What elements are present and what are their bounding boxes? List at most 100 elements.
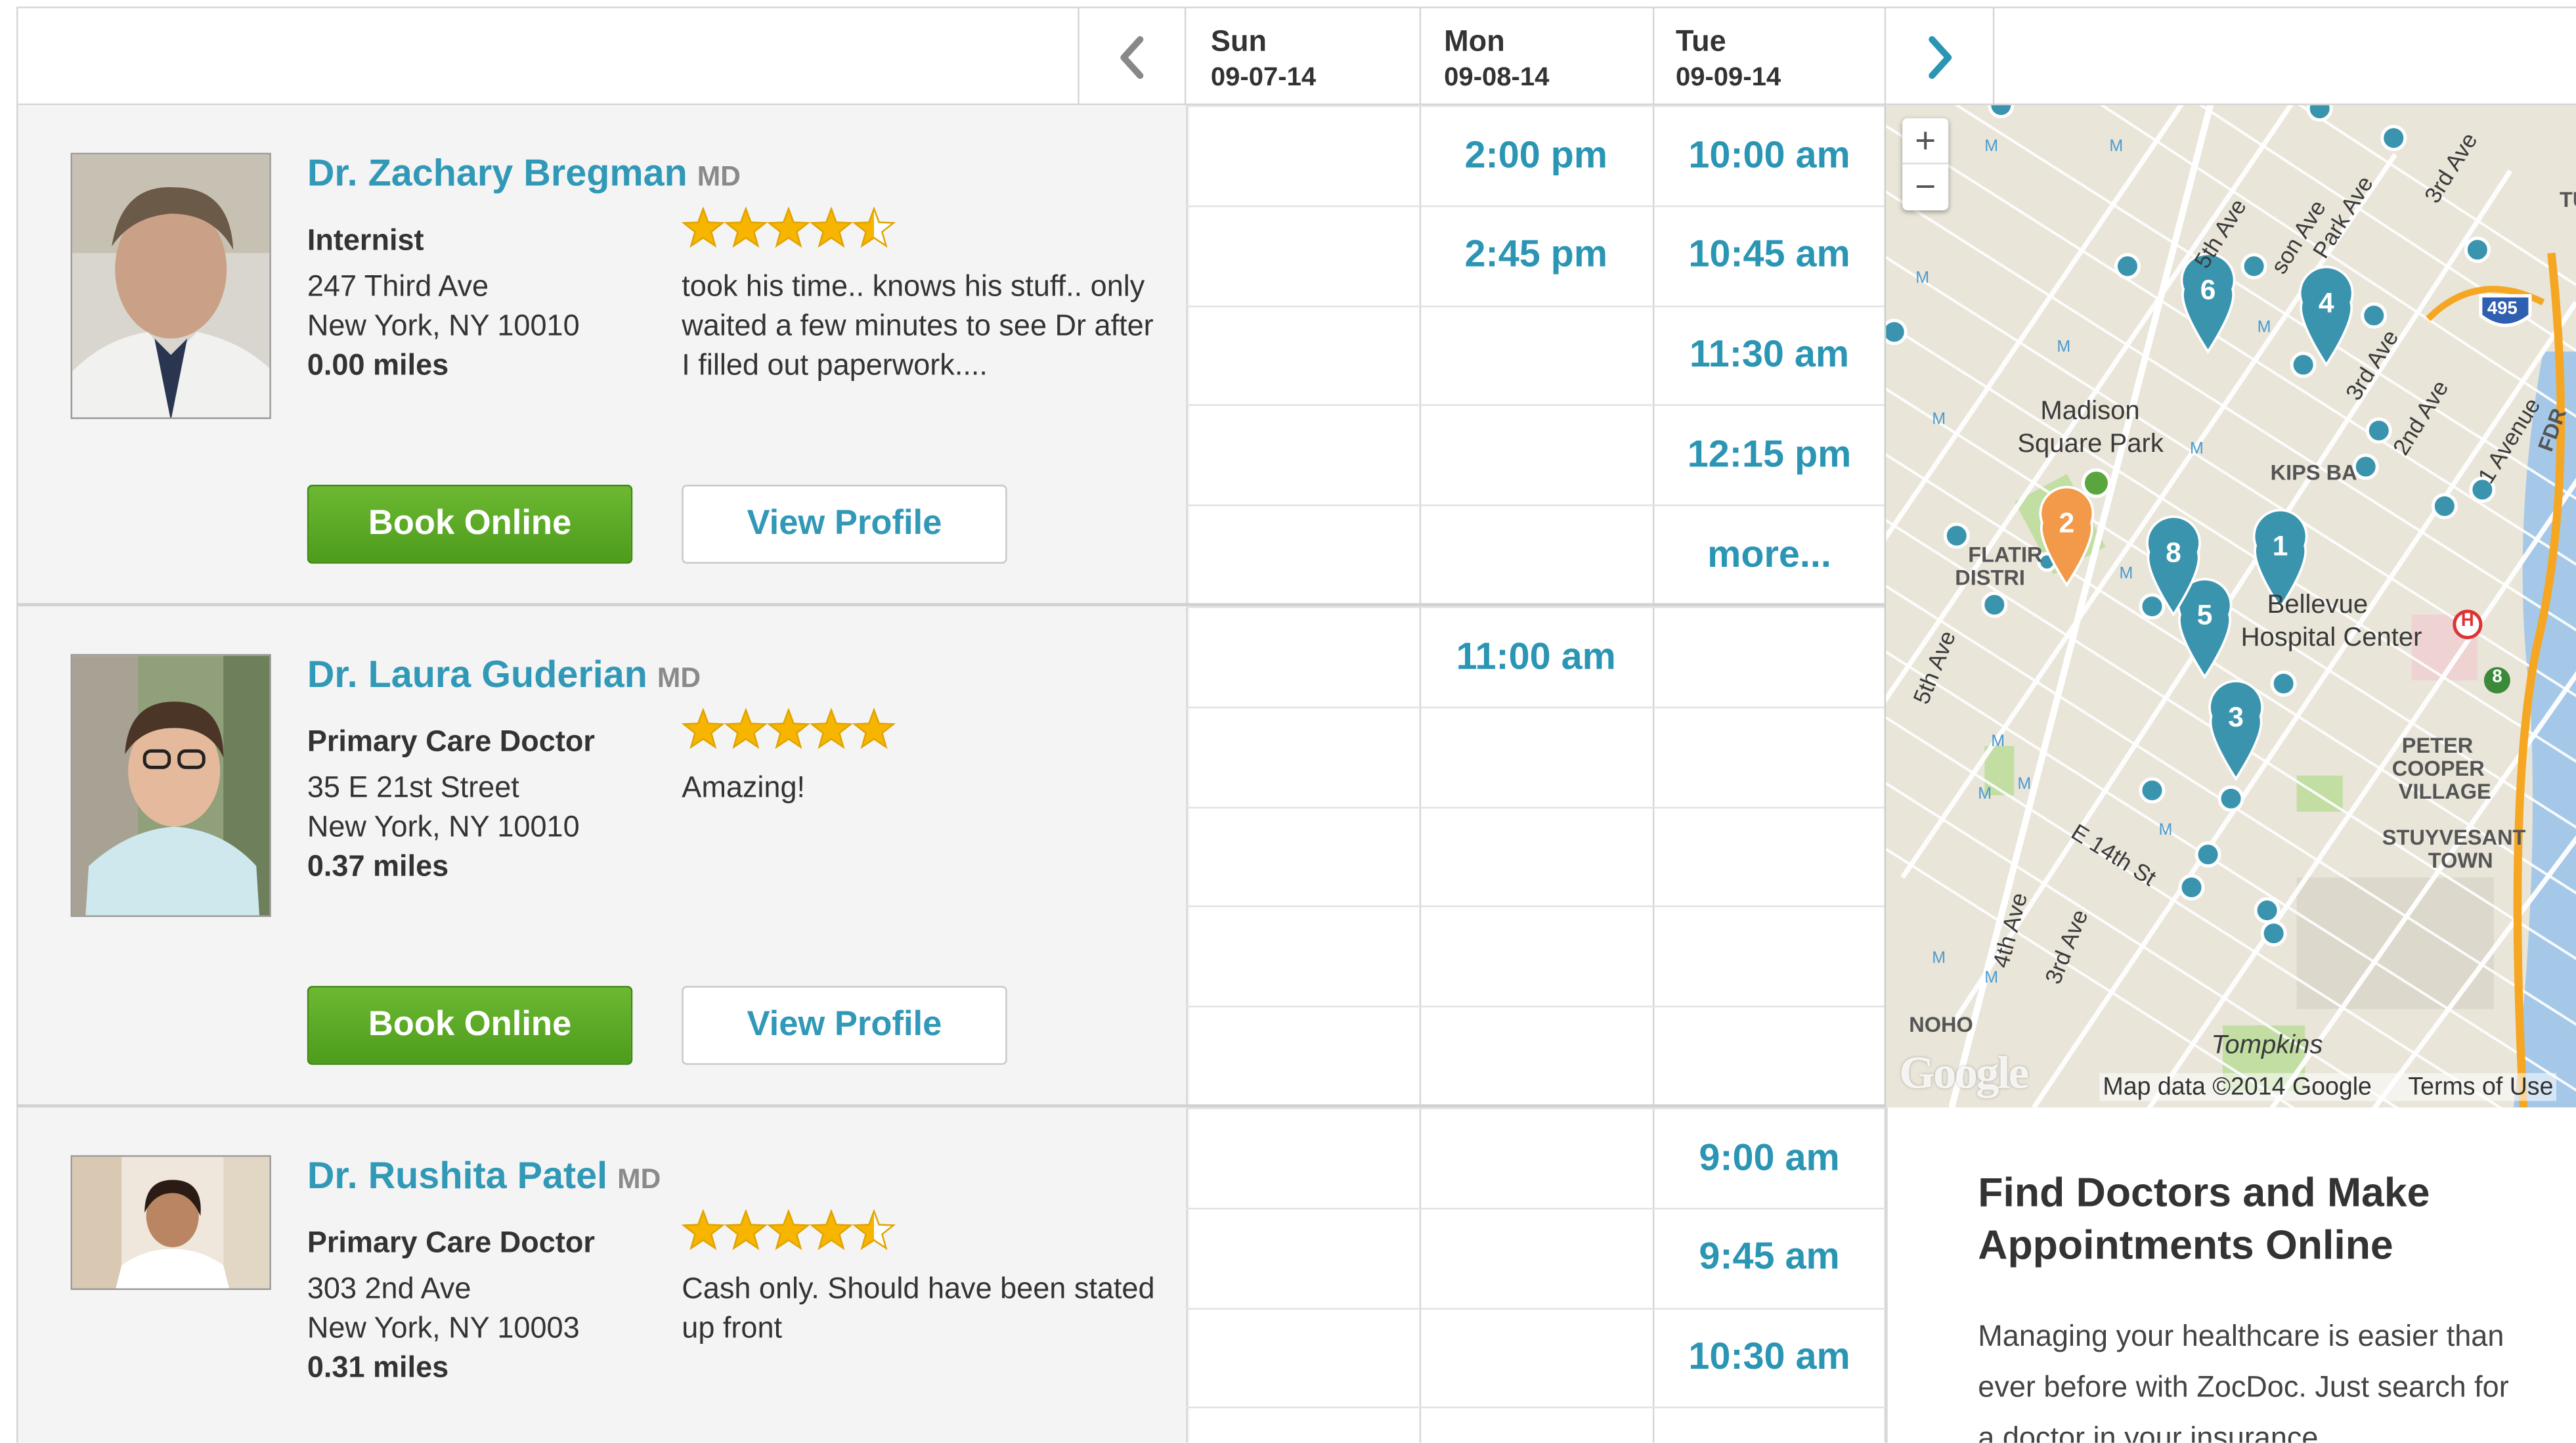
- doctor-name[interactable]: Dr. Rushita Patel: [307, 1153, 607, 1196]
- svg-text:5: 5: [2197, 600, 2213, 631]
- star-icon: [724, 207, 768, 248]
- book-online-button[interactable]: Book Online: [307, 485, 633, 564]
- map-label: DISTRI: [1955, 565, 2025, 590]
- day-name: Tue: [1675, 24, 1726, 58]
- doctor-address-line1: 35 E 21st Street: [307, 770, 519, 804]
- appointment-slot[interactable]: 2:00 pm: [1421, 105, 1651, 204]
- svg-text:4: 4: [2319, 287, 2334, 319]
- appointment-slot[interactable]: 12:15 pm: [1654, 405, 1884, 503]
- svg-text:M: M: [1984, 137, 1998, 155]
- doctor-specialty: Primary Care Doctor: [307, 1226, 595, 1259]
- appointment-slot[interactable]: 10:45 am: [1654, 205, 1884, 303]
- map-label: STUYVESANT: [2382, 824, 2526, 850]
- day-name: Sun: [1210, 24, 1267, 58]
- doctor-photo[interactable]: [70, 1155, 271, 1290]
- star-icon: [766, 708, 811, 749]
- grid-line: [1186, 1407, 1887, 1410]
- doctor-card: Dr. Rushita Patel MD Primary Care Doctor …: [16, 1107, 1190, 1443]
- star-icon: [766, 207, 811, 248]
- doctor-address-line1: 303 2nd Ave: [307, 1272, 471, 1305]
- map-label: Tompkins: [2211, 1032, 2323, 1060]
- star-icon: [852, 708, 896, 749]
- doctor-photo[interactable]: [70, 654, 271, 918]
- map-label: Bellevue: [2267, 591, 2369, 620]
- appointment-slot[interactable]: 9:00 am: [1654, 1107, 1884, 1206]
- day-header-sun: Sun 09-07-14: [1188, 8, 1422, 106]
- star-rating: [682, 207, 896, 248]
- map-label: Hospital Center: [2240, 624, 2422, 653]
- info-title: Find Doctors and Make Appointments Onlin…: [1978, 1170, 2430, 1269]
- prev-week-button[interactable]: [1078, 8, 1187, 106]
- appointment-slot[interactable]: 11:00 am: [1421, 606, 1651, 705]
- zocdoc-search-results: Sun 09-07-14 Mon 09-08-14 Tue 09-09-14 D…: [0, 0, 2576, 1443]
- doctor-address-line2: New York, NY 10010: [307, 810, 580, 843]
- doctor-name-link[interactable]: Dr. Laura Guderian MD: [307, 652, 701, 697]
- grid-line: [1186, 1006, 1887, 1008]
- day-header-tue: Tue 09-09-14: [1653, 8, 1887, 106]
- map-label: COOPER: [2391, 755, 2485, 781]
- appointment-slot[interactable]: 9:45 am: [1654, 1207, 1884, 1306]
- star-rating: [682, 1209, 896, 1251]
- svg-text:M: M: [2158, 820, 2172, 839]
- grid-line: [1186, 706, 1887, 708]
- route-shield: 8: [2492, 667, 2502, 687]
- svg-text:M: M: [1932, 948, 1946, 967]
- doctor-name[interactable]: Dr. Laura Guderian: [307, 652, 647, 695]
- day-date: 09-09-14: [1675, 64, 1781, 93]
- appointment-slot[interactable]: 11:30 am: [1654, 305, 1884, 403]
- doctor-name-link[interactable]: Dr. Rushita Patel MD: [307, 1153, 661, 1198]
- star-icon: [766, 1209, 811, 1251]
- doctor-name-link[interactable]: Dr. Zachary Bregman MD: [307, 151, 741, 196]
- book-online-button[interactable]: Book Online: [307, 986, 633, 1065]
- star-icon: [682, 1209, 725, 1251]
- doctor-name[interactable]: Dr. Zachary Bregman: [307, 151, 688, 194]
- google-logo[interactable]: Google: [1899, 1048, 2029, 1101]
- day-name: Mon: [1444, 24, 1505, 58]
- star-icon: [724, 708, 768, 749]
- terms-of-use-link[interactable]: Terms of Use: [2408, 1073, 2553, 1101]
- map-label: TOWN: [2428, 847, 2493, 873]
- next-week-button[interactable]: [1886, 8, 1995, 106]
- appointment-slot[interactable]: 10:00 am: [1654, 105, 1884, 204]
- svg-text:3: 3: [2228, 701, 2244, 733]
- info-body: Managing your healthcare is easier than …: [1978, 1320, 2509, 1443]
- doctor-card: Dr. Laura Guderian MD Primary Care Doctor…: [16, 606, 1190, 1108]
- appointment-slot[interactable]: 2:45 pm: [1421, 205, 1651, 303]
- star-icon: [724, 1209, 768, 1251]
- map-label: VILLAGE: [2398, 778, 2491, 804]
- doctor-address-line1: 247 Third Ave: [307, 269, 489, 303]
- doctor-credential: MD: [697, 161, 741, 192]
- zoom-in-button[interactable]: +: [1902, 118, 1949, 165]
- review-snippet: Cash only. Should have been stated up fr…: [682, 1272, 1155, 1344]
- map-label: PETER: [2401, 732, 2474, 758]
- map-label: TU: [2559, 187, 2576, 212]
- svg-text:M: M: [2109, 137, 2123, 155]
- doctor-photo[interactable]: [70, 152, 271, 419]
- results-map[interactable]: 1 2 3 4 5 6 8 M M M M M M M M M M M M M M Madison Squar…: [1884, 105, 2576, 1108]
- grid-line: [1186, 906, 1887, 908]
- doctor-specialty: Internist: [307, 223, 424, 257]
- doctor-address-line2: New York, NY 10010: [307, 309, 580, 342]
- svg-text:2: 2: [2059, 508, 2075, 539]
- chevron-right-icon: [1927, 35, 1952, 78]
- map-label: Square Park: [2017, 430, 2164, 459]
- more-times-link[interactable]: more...: [1654, 505, 1884, 604]
- map-label: KIPS BA: [2270, 460, 2357, 485]
- map-label: NOHO: [1909, 1012, 1973, 1037]
- doctor-address-line2: New York, NY 10003: [307, 1311, 580, 1344]
- zoom-out-button[interactable]: −: [1902, 164, 1948, 210]
- appointment-grid: 2:00 pm 2:45 pm 10:00 am 10:45 am 11:30 am 12…: [1186, 105, 1887, 1443]
- svg-text:8: 8: [2166, 537, 2181, 569]
- star-rating: [682, 708, 896, 749]
- day-date: 09-08-14: [1444, 64, 1550, 93]
- svg-text:6: 6: [2200, 274, 2216, 305]
- schedule-header: Sun 09-07-14 Mon 09-08-14 Tue 09-09-14: [16, 7, 2576, 106]
- review-snippet: took his time.. knows his stuff.. only w…: [682, 269, 1154, 382]
- star-icon: [809, 708, 854, 749]
- appointment-slot[interactable]: 10:30 am: [1654, 1307, 1884, 1406]
- view-profile-button[interactable]: View Profile: [682, 986, 1007, 1065]
- star-icon: [809, 1209, 854, 1251]
- view-profile-button[interactable]: View Profile: [682, 485, 1007, 564]
- map-label: Madison: [2040, 397, 2140, 426]
- doctor-credential: MD: [617, 1163, 661, 1195]
